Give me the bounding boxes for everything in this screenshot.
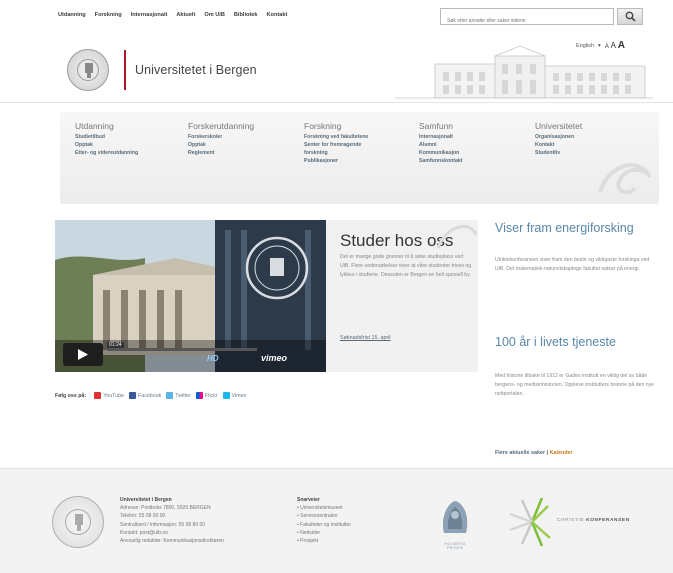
site-title[interactable]: Universitetet i Bergen (135, 63, 257, 77)
holberg-emblem (442, 501, 468, 533)
news-title[interactable]: 100 år i livets tjeneste (495, 336, 645, 349)
shortcut-link[interactable]: • Prosjekt (297, 537, 407, 545)
social-facebook[interactable]: Facebook (129, 392, 161, 399)
menu-heading[interactable]: Samfunn (419, 121, 463, 131)
menu-item[interactable]: Publikasjoner (304, 157, 384, 165)
feature-text: Det er mange gode grunner til å søke stu… (340, 254, 472, 278)
decorative-swirl (436, 225, 478, 249)
flickr-icon (195, 392, 203, 399)
mega-menu: Utdanning Studietilbud Opptak Etter- og … (60, 112, 659, 204)
social-flickr[interactable]: Flickr (195, 392, 218, 399)
university-building-illustration (395, 45, 653, 99)
news-footer-links: Flere aktuelle saker | Kalender (495, 450, 573, 456)
footer-line[interactable]: Ansvarlig redaktør: Kommunikasjonsdirekt… (120, 537, 290, 545)
vimeo-icon (222, 392, 230, 399)
news-text: Ulriktekonferansen viser fram den beste … (495, 257, 650, 272)
shortcut-link[interactable]: • Universitetsmuseet (297, 504, 407, 512)
menu-item[interactable]: Alumni (419, 141, 463, 149)
footer-org-name: Universitetet i Bergen (120, 497, 172, 503)
menu-item[interactable]: Samfunnskontakt (419, 157, 463, 165)
nav-item-bibliotek[interactable]: Bibliotek (234, 12, 258, 18)
calendar-link[interactable]: Kalender (550, 450, 573, 456)
nav-item-om-uib[interactable]: Om UiB (204, 12, 225, 18)
nav-item-internasjonalt[interactable]: Internasjonalt (131, 12, 168, 18)
menu-heading[interactable]: Forskning (304, 121, 384, 131)
kavli-logo[interactable]: CHRISTIE KONFERANSEN (502, 494, 652, 550)
footer-line[interactable]: Kontakt: post@uib.no (120, 529, 290, 537)
footer-shortcuts: Snarveier • Universitetsmuseet • Service… (297, 496, 407, 545)
play-button[interactable] (63, 343, 103, 366)
shortcut-link[interactable]: • Servicesentralen (297, 512, 407, 520)
menu-item[interactable]: Internasjonalt (419, 133, 463, 141)
menu-item[interactable]: Kontakt (535, 141, 582, 149)
kavli-emblem (509, 497, 551, 547)
menu-heading[interactable]: Utdanning (75, 121, 145, 131)
facebook-icon (129, 392, 137, 399)
footer-line: Adresse: Postboks 7800, 5020 BERGEN (120, 505, 211, 512)
menu-item[interactable]: Organisasjonen (535, 133, 582, 141)
logo-divider (124, 50, 126, 90)
feature-panel: Studer hos oss Det er mange gode grunner… (326, 220, 478, 372)
youtube-icon (94, 392, 102, 399)
separator: | (546, 450, 549, 456)
menu-item[interactable]: Etter- og videreutdanning (75, 149, 145, 157)
menu-item[interactable]: Senter for fremragende forskning (304, 141, 384, 157)
header-divider (0, 102, 673, 103)
menu-column-forskerutdanning: Forskerutdanning Forskerskoler Opptak Re… (188, 121, 254, 157)
menu-item[interactable]: Forskning ved fakultetene (304, 133, 374, 141)
nav-item-utdanning[interactable]: Utdanning (58, 12, 86, 18)
menu-heading[interactable]: Forskerutdanning (188, 121, 254, 131)
social-twitter[interactable]: Twitter (166, 392, 191, 399)
news-text: Med historie tilbake til 1912 er Gades i… (495, 373, 655, 397)
holberg-label: HOLBERG PRISEN (444, 542, 466, 550)
nav-item-kontakt[interactable]: Kontakt (267, 12, 288, 18)
video-progress-bar[interactable] (107, 348, 257, 351)
nav-item-forskning[interactable]: Forskning (95, 12, 122, 18)
kavli-text: CHRISTIE KONFERANSEN (557, 518, 630, 523)
uib-seal-logo[interactable] (67, 49, 109, 91)
search-input[interactable] (441, 13, 613, 29)
play-icon (78, 349, 88, 360)
search-box (440, 8, 614, 29)
decorative-swirl (598, 163, 652, 195)
video-timestamp: 01:24 (107, 342, 124, 348)
menu-column-forskning: Forskning Forskning ved fakultetene Sent… (304, 121, 384, 165)
uib-seal-footer (52, 496, 104, 548)
footer-address: Universitetet i Bergen Adresse: Postboks… (120, 496, 290, 545)
shortcuts-title: Snarveier (297, 497, 320, 503)
search-icon (625, 11, 636, 22)
menu-item[interactable]: Studentliv (535, 149, 582, 157)
twitter-icon (166, 392, 174, 399)
news-title[interactable]: Viser fram energiforsking (495, 222, 645, 235)
social-youtube[interactable]: YouTube (94, 392, 124, 399)
feature-video[interactable]: 01:24 HD vimeo (55, 220, 326, 372)
menu-heading[interactable]: Universitetet (535, 121, 582, 131)
search-button[interactable] (617, 8, 643, 25)
hd-badge[interactable]: HD (207, 354, 219, 363)
nav-item-aktuelt[interactable]: Aktuelt (176, 12, 195, 18)
social-links: Følg oss på: YouTube Facebook Twitter Fl… (55, 392, 246, 399)
footer-line: Sentralbord / informasjon: 55 58 80 00 (120, 521, 206, 528)
menu-item[interactable]: Studietilbud (75, 133, 145, 141)
more-news-link[interactable]: Flere aktuelle saker (495, 450, 545, 456)
social-label: Følg oss på: (55, 392, 87, 399)
menu-item[interactable]: Reglement (188, 149, 254, 157)
vimeo-logo[interactable]: vimeo (261, 353, 287, 363)
shortcut-link[interactable]: • Nettsider (297, 529, 407, 537)
menu-column-samfunn: Samfunn Internasjonalt Alumni Kommunikas… (419, 121, 463, 165)
social-vimeo[interactable]: Vimeo (222, 392, 246, 399)
menu-item[interactable]: Opptak (188, 141, 254, 149)
footer-line: Telefon: 55 58 00 00 (120, 513, 166, 520)
menu-item[interactable]: Opptak (75, 141, 145, 149)
menu-item[interactable]: Kommunikasjon (419, 149, 463, 157)
menu-item[interactable]: Forskerskoler (188, 133, 254, 141)
menu-column-utdanning: Utdanning Studietilbud Opptak Etter- og … (75, 121, 145, 157)
menu-column-universitetet: Universitetet Organisasjonen Kontakt Stu… (535, 121, 582, 157)
feature-link[interactable]: Søknadsfrist 15. april (340, 335, 391, 341)
shortcut-link[interactable]: • Fakulteter og institutter (297, 521, 407, 529)
holberg-prize-logo[interactable]: HOLBERG PRISEN (438, 497, 472, 550)
top-nav-links: Utdanning Forskning Internasjonalt Aktue… (58, 12, 287, 18)
